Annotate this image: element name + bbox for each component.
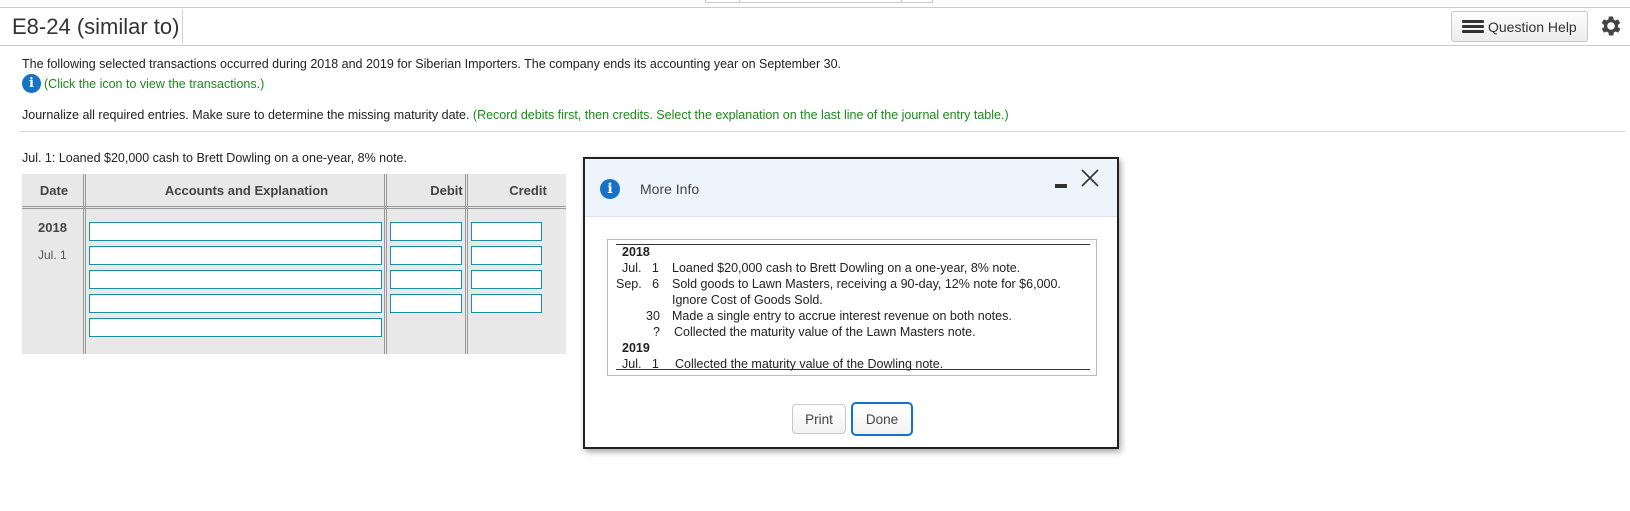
list-icon <box>1462 19 1484 34</box>
row-text: Made a single entry to accrue interest r… <box>672 309 1012 323</box>
credit-input[interactable] <box>471 246 542 265</box>
done-button[interactable]: Done <box>851 402 913 436</box>
column-header-accounts: Accounts and Explanation <box>164 182 329 198</box>
debit-input[interactable] <box>390 222 462 241</box>
credit-input[interactable] <box>471 222 542 241</box>
problem-intro: The following selected transactions occu… <box>22 57 841 71</box>
header-divider <box>22 206 566 209</box>
debit-input[interactable] <box>390 294 462 313</box>
debit-input[interactable] <box>390 270 462 289</box>
account-input[interactable] <box>89 270 382 289</box>
column-divider <box>465 174 468 354</box>
top-tab-strip <box>705 0 933 3</box>
title-divider <box>182 10 183 44</box>
more-info-dialog: i More Info 2018 Jul. 1 Loaned $20,000 c… <box>583 157 1119 449</box>
journal-day: Jul. 1 <box>38 248 67 262</box>
row-text: Ignore Cost of Goods Sold. <box>672 293 823 307</box>
journal-year: 2018 <box>38 220 67 235</box>
gear-icon[interactable] <box>1598 13 1624 39</box>
row-text: Collected the maturity value of the Lawn… <box>674 325 976 339</box>
question-help-button[interactable]: Question Help <box>1451 11 1588 42</box>
section-divider <box>20 131 1625 132</box>
instruction-text: Journalize all required entries. Make su… <box>22 108 1009 122</box>
column-header-debit: Debit <box>430 182 463 198</box>
transactions-table: 2018 Jul. 1 Loaned $20,000 cash to Brett… <box>607 239 1097 376</box>
credit-input[interactable] <box>471 270 542 289</box>
account-input[interactable] <box>89 294 382 313</box>
instruction-main: Journalize all required entries. Make su… <box>22 108 473 122</box>
journal-entry-table: Date Accounts and Explanation Debit Cred… <box>22 174 566 354</box>
instruction-hint: (Record debits first, then credits. Sele… <box>472 108 1009 122</box>
question-help-label: Question Help <box>1488 18 1577 35</box>
info-icon[interactable]: i <box>22 74 41 93</box>
page-title: E8-24 (similar to) <box>12 14 180 39</box>
account-input[interactable] <box>89 222 382 241</box>
row-date: Sep. 6 <box>616 277 660 291</box>
row-date: Jul. 1 <box>622 261 659 275</box>
header-bar: E8-24 (similar to) Question Help <box>0 7 1630 46</box>
dialog-header: i More Info <box>585 159 1117 217</box>
print-button[interactable]: Print <box>792 404 846 434</box>
info-link-text[interactable]: (Click the icon to view the transactions… <box>44 77 264 91</box>
transaction-label: Jul. 1: Loaned $20,000 cash to Brett Dow… <box>22 151 407 165</box>
debit-input[interactable] <box>390 246 462 265</box>
close-icon[interactable] <box>1079 167 1101 189</box>
account-input[interactable] <box>89 246 382 265</box>
dialog-title: More Info <box>640 181 700 197</box>
column-divider <box>384 174 387 354</box>
credit-input[interactable] <box>471 294 542 313</box>
row-text: Sold goods to Lawn Masters, receiving a … <box>672 277 1061 291</box>
explanation-input[interactable] <box>89 318 382 337</box>
year-label: 2019 <box>622 341 650 355</box>
column-header-date: Date <box>39 182 69 198</box>
column-header-credit: Credit <box>509 182 547 198</box>
year-label: 2018 <box>622 245 650 259</box>
minimize-icon[interactable] <box>1055 184 1067 188</box>
transactions-info-link[interactable]: i (Click the icon to view the transactio… <box>22 74 264 93</box>
row-date: 30 <box>646 309 660 323</box>
column-divider <box>83 174 86 354</box>
row-date: ? <box>653 325 660 339</box>
info-icon: i <box>600 179 620 199</box>
row-text: Loaned $20,000 cash to Brett Dowling on … <box>672 261 1021 275</box>
